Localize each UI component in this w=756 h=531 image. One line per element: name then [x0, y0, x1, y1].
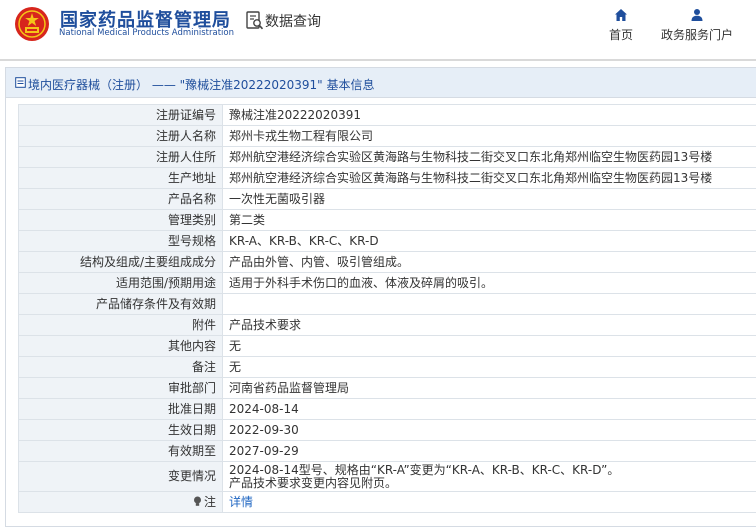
field-label: 批准日期: [18, 398, 223, 420]
site-header: 国家药品监督管理局 National Medical Products Admi…: [0, 0, 756, 59]
user-icon: [691, 9, 703, 21]
field-value: 2027-09-29: [222, 440, 756, 462]
registration-info-table: 注册证编号 豫械注准20222020391 注册人名称 郑州卡戎生物工程有限公司 注…: [18, 104, 756, 513]
data-query-title: 数据查询: [265, 14, 321, 30]
table-row: 注 详情: [18, 491, 756, 513]
table-row: 变更情况 2024-08-14型号、规格由“KR-A”变更为“KR-A、KR-B…: [18, 461, 756, 492]
change-history-line: 产品技术要求变更内容见附页。: [229, 475, 398, 490]
data-query-icon: [246, 11, 264, 30]
table-row: 注册人住所 郑州航空港经济综合实验区黄海路与生物科技二街交叉口东北角郑州临空生物医…: [18, 146, 756, 168]
table-row: 产品名称 一次性无菌吸引器: [18, 188, 756, 210]
table-row: 有效期至 2027-09-29: [18, 440, 756, 462]
details-link[interactable]: 详情: [229, 495, 253, 509]
table-row: 适用范围/预期用途 适用于外科手术伤口的血液、体液及碎屑的吸引。: [18, 272, 756, 294]
table-row: 结构及组成/主要组成成分 产品由外管、内管、吸引管组成。: [18, 251, 756, 273]
table-row: 生效日期 2022-09-30: [18, 419, 756, 441]
field-value: 产品由外管、内管、吸引管组成。: [222, 251, 756, 273]
field-label: 生效日期: [18, 419, 223, 441]
lightbulb-icon: [193, 496, 201, 506]
breadcrumb-text: 境内医疗器械（注册） —— "豫械注准20222020391" 基本信息: [28, 78, 375, 92]
table-row: 产品储存条件及有效期: [18, 293, 756, 315]
field-label: 其他内容: [18, 335, 223, 357]
field-label: 有效期至: [18, 440, 223, 462]
field-value: 详情: [222, 491, 756, 513]
org-name-english: National Medical Products Administration: [59, 28, 234, 38]
table-row: 生产地址 郑州航空港经济综合实验区黄海路与生物科技二街交叉口东北角郑州临空生物医药…: [18, 167, 756, 189]
field-label: 产品储存条件及有效期: [18, 293, 223, 315]
field-value: KR-A、KR-B、KR-C、KR-D: [222, 230, 756, 252]
field-label: 审批部门: [18, 377, 223, 399]
national-emblem-icon: [15, 7, 49, 41]
nav-home-label: 首页: [608, 28, 633, 42]
table-row: 注册证编号 豫械注准20222020391: [18, 104, 756, 126]
field-label: 产品名称: [18, 188, 223, 210]
home-icon: [615, 9, 627, 21]
note-label-cell: 注: [18, 491, 223, 513]
field-value: 2022-09-30: [222, 419, 756, 441]
field-label: 备注: [18, 356, 223, 378]
field-value: 郑州航空港经济综合实验区黄海路与生物科技二街交叉口东北角郑州临空生物医药园13号…: [222, 167, 756, 189]
field-value: 第二类: [222, 209, 756, 231]
field-value: 适用于外科手术伤口的血液、体液及碎屑的吸引。: [222, 272, 756, 294]
table-row: 审批部门 河南省药品监督管理局: [18, 377, 756, 399]
table-row: 其他内容无: [18, 335, 756, 357]
nav-portal-label: 政务服务门户: [660, 28, 733, 42]
change-history-value: 2024-08-14型号、规格由“KR-A”变更为“KR-A、KR-B、KR-C…: [222, 461, 756, 492]
field-value: 一次性无菌吸引器: [222, 188, 756, 210]
field-value: 郑州卡戎生物工程有限公司: [222, 125, 756, 147]
field-value: 2024-08-14: [222, 398, 756, 420]
document-icon: [15, 77, 26, 88]
table-row: 注册人名称 郑州卡戎生物工程有限公司: [18, 125, 756, 147]
field-label: 变更情况: [18, 461, 223, 492]
breadcrumb: 境内医疗器械（注册） —— "豫械注准20222020391" 基本信息: [6, 68, 756, 98]
table-row: 备注无: [18, 356, 756, 378]
field-value: 无: [222, 356, 756, 378]
table-row: 管理类别 第二类: [18, 209, 756, 231]
table-row: 型号规格 KR-A、KR-B、KR-C、KR-D: [18, 230, 756, 252]
detail-panel: 境内医疗器械（注册） —— "豫械注准20222020391" 基本信息 注册证…: [5, 67, 756, 527]
change-history-line: 2024-08-14型号、规格由“KR-A”变更为“KR-A、KR-B、KR-C…: [229, 462, 620, 477]
field-label: 注册证编号: [18, 104, 223, 126]
field-label: 生产地址: [18, 167, 223, 189]
field-value: 郑州航空港经济综合实验区黄海路与生物科技二街交叉口东北角郑州临空生物医药园13号…: [222, 146, 756, 168]
nav-portal-button[interactable]: 政务服务门户: [655, 8, 739, 44]
field-label: 型号规格: [18, 230, 223, 252]
table-row: 批准日期 2024-08-14: [18, 398, 756, 420]
field-value: 无: [222, 335, 756, 357]
field-label: 注册人住所: [18, 146, 223, 168]
field-value: 豫械注准20222020391: [222, 104, 756, 126]
nav-home-button[interactable]: 首页: [603, 8, 639, 44]
field-label: 适用范围/预期用途: [18, 272, 223, 294]
field-value: [222, 293, 756, 315]
table-row: 附件 产品技术要求: [18, 314, 756, 336]
field-label: 注册人名称: [18, 125, 223, 147]
field-label: 附件: [18, 314, 223, 336]
field-label: 结构及组成/主要组成成分: [18, 251, 223, 273]
field-label: 注: [203, 494, 216, 509]
field-label: 管理类别: [18, 209, 223, 231]
field-value: 产品技术要求: [222, 314, 756, 336]
header-divider: [0, 59, 756, 61]
field-value: 河南省药品监督管理局: [222, 377, 756, 399]
